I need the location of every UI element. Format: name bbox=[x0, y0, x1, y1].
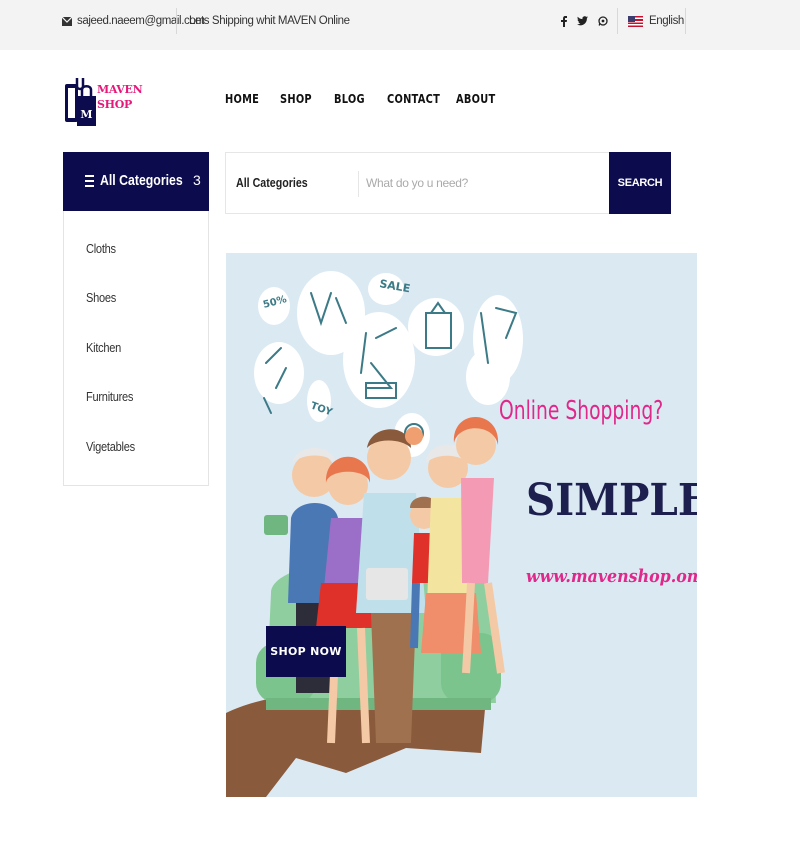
search-button[interactable]: SEARCH bbox=[609, 152, 671, 214]
nav-about[interactable]: ABOUT bbox=[456, 92, 505, 106]
categories-list: Cloths Shoes Kitchen Furnitures Vigetabl… bbox=[63, 211, 209, 486]
category-item-cloths[interactable]: Cloths bbox=[86, 241, 116, 256]
divider bbox=[358, 171, 359, 197]
language-label: English bbox=[649, 15, 684, 27]
banner-url[interactable]: www.mavenshop.online bbox=[526, 566, 697, 587]
language-selector[interactable]: English bbox=[628, 0, 684, 42]
email-text: sajeed.naeem@gmail.com bbox=[77, 15, 205, 27]
logo-letter: M bbox=[80, 108, 92, 121]
search-bar: All Categories SEARCH bbox=[225, 152, 671, 214]
nav-blog[interactable]: BLOG bbox=[334, 92, 377, 106]
brand-line-2: SHOP bbox=[97, 98, 132, 111]
category-item-kitchen[interactable]: Kitchen bbox=[86, 340, 121, 355]
email-contact[interactable]: sajeed.naeem@gmail.com bbox=[62, 0, 205, 42]
category-item-vigetables[interactable]: Vigetables bbox=[86, 439, 135, 454]
categories-count: 3 bbox=[193, 172, 201, 188]
all-categories-toggle[interactable]: All Categories 3 bbox=[63, 152, 209, 211]
brand-name[interactable]: MAVEN SHOP bbox=[97, 82, 143, 112]
categories-title: All Categories bbox=[100, 172, 183, 189]
nav-home[interactable]: HOME bbox=[225, 92, 270, 106]
menu-icon bbox=[85, 175, 94, 187]
us-flag-icon bbox=[628, 15, 643, 27]
banner-subheadline: SIMPLE! bbox=[526, 475, 697, 526]
divider bbox=[617, 8, 618, 34]
category-item-furnitures[interactable]: Furnitures bbox=[86, 389, 133, 404]
facebook-icon[interactable] bbox=[561, 0, 567, 42]
category-item-shoes[interactable]: Shoes bbox=[86, 290, 116, 305]
shipping-tagline: Lets Shipping whit MAVEN Online bbox=[189, 15, 350, 27]
main-nav: HOME SHOP BLOG CONTACT ABOUT bbox=[225, 92, 516, 106]
twitter-icon[interactable] bbox=[577, 0, 588, 42]
brand-line-1: MAVEN bbox=[97, 83, 143, 96]
search-input[interactable] bbox=[366, 169, 596, 197]
divider bbox=[685, 8, 686, 34]
nav-contact[interactable]: CONTACT bbox=[387, 92, 444, 106]
banner-headline: Online Shopping? bbox=[499, 396, 664, 426]
hero-banner: SALE 50% TOY Online Shopping? SIMPL www.… bbox=[226, 253, 697, 797]
whatsapp-icon[interactable] bbox=[598, 0, 608, 42]
search-category-select[interactable]: All Categories bbox=[236, 175, 308, 190]
shop-now-button[interactable]: SHOP NOW bbox=[266, 626, 346, 677]
divider bbox=[176, 8, 177, 34]
nav-shop[interactable]: SHOP bbox=[280, 92, 324, 106]
envelope-icon bbox=[62, 16, 72, 26]
top-bar: sajeed.naeem@gmail.com Lets Shipping whi… bbox=[0, 0, 800, 50]
